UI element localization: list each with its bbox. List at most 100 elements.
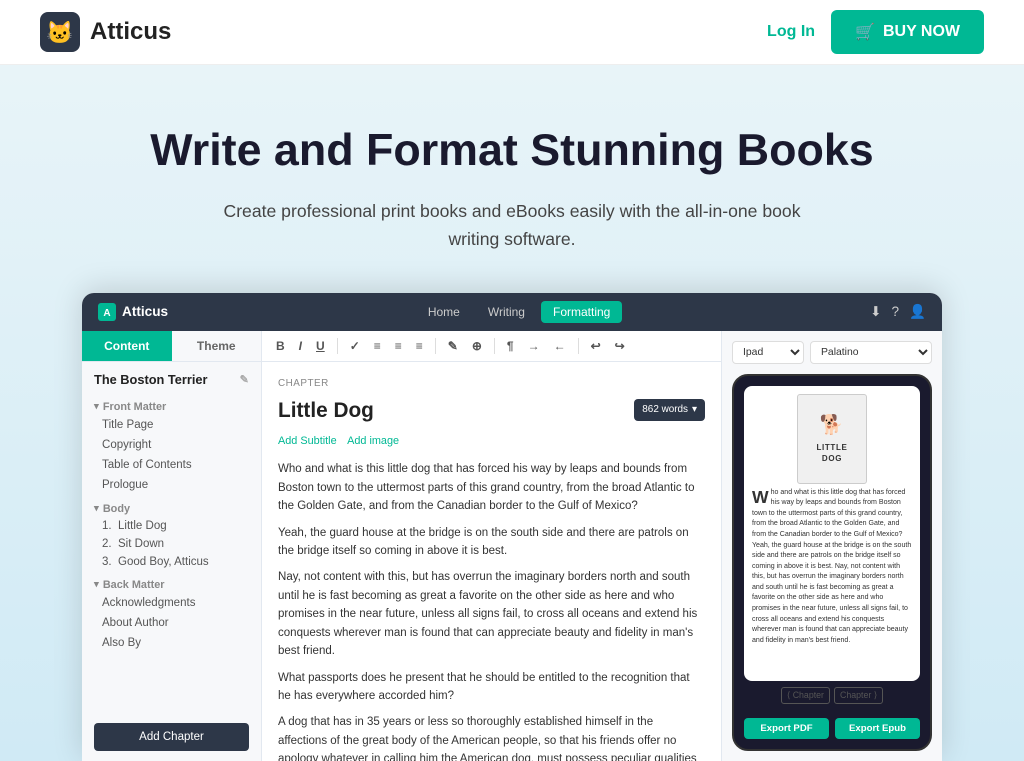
add-chapter-button[interactable]: Add Chapter xyxy=(94,723,249,751)
topbar-icons: ⬇ ? 👤 xyxy=(870,304,926,320)
paragraph-1: Who and what is this little dog that has… xyxy=(278,460,705,515)
toolbar-insert[interactable]: ⊕ xyxy=(468,337,486,355)
toolbar-pen[interactable]: ✎ xyxy=(444,337,462,355)
login-button[interactable]: Log In xyxy=(767,23,815,41)
sidebar-item-littledog[interactable]: 1. Little Dog xyxy=(82,517,261,535)
preview-book-body: W ho and what is this little dog that ha… xyxy=(752,488,912,646)
sidebar-item-titlepage[interactable]: Title Page xyxy=(82,415,261,435)
app-editor: B I U ✓ ≡ ≡ ≡ ✎ ⊕ ¶ → ← ↩ xyxy=(262,331,722,761)
app-sidebar: Content Theme The Boston Terrier ✎ ▾ Fro… xyxy=(82,331,262,761)
toolbar-italic[interactable]: I xyxy=(295,337,306,355)
sidebar-tabs: Content Theme xyxy=(82,331,261,362)
app-nav: Home Writing Formatting xyxy=(416,301,623,323)
sidebar-item-goodboy[interactable]: 3. Good Boy, Atticus xyxy=(82,553,261,571)
hero-subtitle: Create professional print books and eBoo… xyxy=(212,197,812,253)
hero-title: Write and Format Stunning Books xyxy=(40,125,984,177)
preview-screen: 🐕 LITTLE DOG W ho and what is this littl… xyxy=(744,386,920,681)
sidebar-section-backmatter: ▾ Back Matter xyxy=(82,575,261,593)
logo-icon: 🐱 xyxy=(40,12,80,52)
sidebar-item-prologue[interactable]: Prologue xyxy=(82,475,261,495)
sidebar-item-toc[interactable]: Table of Contents xyxy=(82,455,261,475)
toolbar-indent[interactable]: → xyxy=(524,337,544,355)
add-image-link[interactable]: Add image xyxy=(347,435,399,447)
help-icon[interactable]: ? xyxy=(892,304,900,319)
logo-text: Atticus xyxy=(90,18,171,46)
preview-device: 🐕 LITTLE DOG W ho and what is this littl… xyxy=(732,374,932,751)
chevron-down-icon: ▾ xyxy=(94,401,99,412)
edit-icon[interactable]: ✎ xyxy=(240,373,249,386)
preview-chapter-nav: ⟨ Chapter Chapter ⟩ xyxy=(744,687,920,704)
chapter-title: Little Dog xyxy=(278,394,374,427)
nav-writing[interactable]: Writing xyxy=(476,301,537,323)
next-chapter-button[interactable]: Chapter ⟩ xyxy=(834,687,883,704)
preview-selects: Ipad Kindle Phone Palatino Georgia Times… xyxy=(732,341,932,364)
app-body: Content Theme The Boston Terrier ✎ ▾ Fro… xyxy=(82,331,942,761)
chapter-title-row: Little Dog 862 words ▾ xyxy=(278,394,705,427)
app-logo: A Atticus xyxy=(98,303,168,321)
chapter-meta: Add Subtitle Add image xyxy=(278,433,705,450)
user-avatar-icon[interactable]: 👤 xyxy=(909,304,926,320)
svg-text:🐱: 🐱 xyxy=(46,20,73,45)
toolbar-outdent[interactable]: ← xyxy=(550,337,570,355)
toolbar-align-center[interactable]: ≡ xyxy=(391,337,406,355)
chevron-down-icon: ▾ xyxy=(692,402,697,418)
sidebar-section-frontmatter: ▾ Front Matter xyxy=(82,397,261,415)
toolbar-align-left[interactable]: ≡ xyxy=(370,337,385,355)
prev-chapter-button[interactable]: ⟨ Chapter xyxy=(781,687,830,704)
paragraph-4: What passports does he present that he s… xyxy=(278,669,705,706)
toolbar-separator xyxy=(337,338,338,354)
toolbar-underline[interactable]: U xyxy=(312,337,329,355)
export-pdf-button[interactable]: Export PDF xyxy=(744,718,829,739)
paragraph-5: A dog that has in 35 years or less so th… xyxy=(278,713,705,760)
word-count-badge: 862 words ▾ xyxy=(634,399,705,421)
chevron-down-icon: ▾ xyxy=(94,503,99,514)
sidebar-section-body: ▾ Body xyxy=(82,499,261,517)
toolbar-undo[interactable]: ↩ xyxy=(587,337,605,355)
device-select[interactable]: Ipad Kindle Phone xyxy=(732,341,804,364)
toolbar-paragraph[interactable]: ¶ xyxy=(503,337,518,355)
font-select[interactable]: Palatino Georgia Times New Roman xyxy=(810,341,932,364)
toolbar-separator-2 xyxy=(435,338,436,354)
preview-export-actions: Export PDF Export Epub xyxy=(744,718,920,739)
sidebar-item-aboutauthor[interactable]: About Author xyxy=(82,613,261,633)
nav-home[interactable]: Home xyxy=(416,301,472,323)
add-subtitle-link[interactable]: Add Subtitle xyxy=(278,435,337,447)
chapter-label: Chapter xyxy=(278,376,705,392)
nav-formatting[interactable]: Formatting xyxy=(541,301,622,323)
tab-content[interactable]: Content xyxy=(82,331,172,361)
sidebar-item-alsoby[interactable]: Also By xyxy=(82,633,261,653)
editor-content[interactable]: Chapter Little Dog 862 words ▾ Add Subti… xyxy=(262,362,721,761)
app-topbar: A Atticus Home Writing Formatting ⬇ ? 👤 xyxy=(82,293,942,331)
toolbar-redo[interactable]: ↪ xyxy=(611,337,629,355)
toolbar-separator-3 xyxy=(494,338,495,354)
app-mockup: A Atticus Home Writing Formatting ⬇ ? 👤 … xyxy=(82,293,942,761)
download-icon[interactable]: ⬇ xyxy=(870,304,881,320)
preview-book-title: 🐕 LITTLE DOG xyxy=(752,394,912,484)
preview-initial: W xyxy=(752,489,769,507)
sidebar-item-sitdown[interactable]: 2. Sit Down xyxy=(82,535,261,553)
toolbar-align-right[interactable]: ≡ xyxy=(412,337,427,355)
toolbar-bold[interactable]: B xyxy=(272,337,289,355)
book-cover-image: 🐕 LITTLE DOG xyxy=(797,394,867,484)
tab-theme[interactable]: Theme xyxy=(172,331,262,361)
buy-now-button[interactable]: 🛒 BUY NOW xyxy=(831,10,984,54)
sidebar-item-copyright[interactable]: Copyright xyxy=(82,435,261,455)
svg-text:A: A xyxy=(103,308,110,319)
sidebar-item-acknowledgments[interactable]: Acknowledgments xyxy=(82,593,261,613)
hero-section: Write and Format Stunning Books Create p… xyxy=(0,65,1024,761)
paragraph-2: Yeah, the guard house at the bridge is o… xyxy=(278,524,705,561)
editor-toolbar: B I U ✓ ≡ ≡ ≡ ✎ ⊕ ¶ → ← ↩ xyxy=(262,331,721,362)
cart-icon: 🛒 xyxy=(855,22,875,42)
header: 🐱 Atticus Log In 🛒 BUY NOW xyxy=(0,0,1024,65)
export-epub-button[interactable]: Export Epub xyxy=(835,718,920,739)
sidebar-book-title: The Boston Terrier ✎ xyxy=(82,362,261,393)
toolbar-separator-4 xyxy=(578,338,579,354)
paragraph-3: Nay, not content with this, but has over… xyxy=(278,568,705,660)
logo-container: 🐱 Atticus xyxy=(40,12,171,52)
app-preview: Ipad Kindle Phone Palatino Georgia Times… xyxy=(722,331,942,761)
chevron-down-icon: ▾ xyxy=(94,579,99,590)
toolbar-check[interactable]: ✓ xyxy=(346,337,364,355)
app-logo-icon: A xyxy=(98,303,116,321)
header-actions: Log In 🛒 BUY NOW xyxy=(767,10,984,54)
sidebar-bottom: Add Chapter xyxy=(82,713,261,761)
